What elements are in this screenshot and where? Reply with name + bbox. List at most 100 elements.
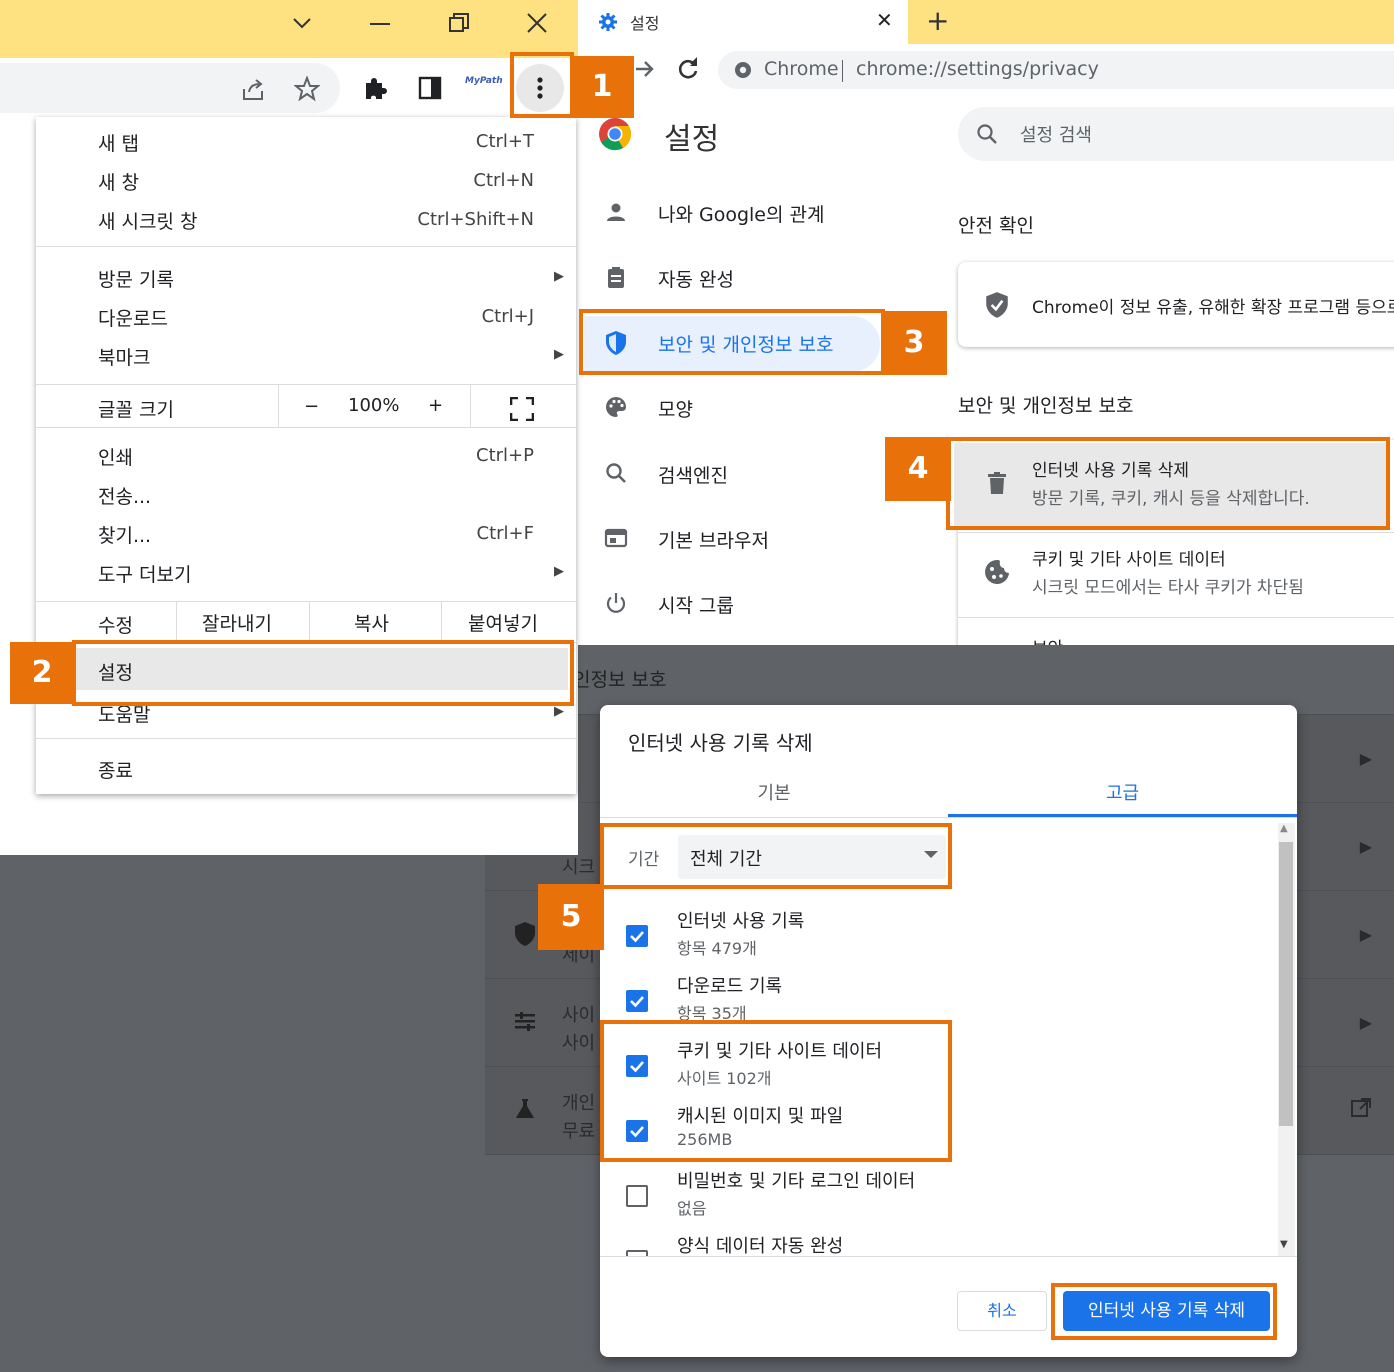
shield-icon <box>513 921 539 947</box>
sidebar-item-you-and-google[interactable]: 나와 Google의 관계 <box>578 186 948 242</box>
menu-label: 글꼴 크기 <box>98 399 174 421</box>
gear-icon <box>598 12 618 32</box>
menu-item-print[interactable]: 인쇄 Ctrl+P <box>36 437 576 475</box>
sidebar-item-label: 모양 <box>658 399 693 421</box>
chevron-right-icon: ▶ <box>1359 749 1372 768</box>
highlight-privacy-nav <box>579 309 885 375</box>
menu-shortcut: Ctrl+T <box>475 131 534 152</box>
menu-label: 새 시크릿 창 <box>98 211 198 233</box>
menu-shortcut: Ctrl+J <box>481 306 534 327</box>
sidebar-item-label: 시작 그룹 <box>658 595 734 617</box>
tune-icon <box>513 1009 539 1035</box>
menu-item-more-tools[interactable]: 도구 더보기 ▶ <box>36 554 576 592</box>
menu-label: 종료 <box>98 760 133 782</box>
sidebar-item-label: 검색엔진 <box>658 465 728 487</box>
scroll-up-icon[interactable]: ▲ <box>1280 823 1288 834</box>
menu-item-downloads[interactable]: 다운로드 Ctrl+J <box>36 298 576 336</box>
shield-check-icon <box>984 291 1010 319</box>
browser-window: MyPath 새 탭 Ctrl+T 새 창 Ctrl+N 새 시크릿 창 Ctr… <box>0 0 578 855</box>
menu-divider <box>441 602 442 642</box>
row-subtitle: 시크릿 모드에서는 타사 쿠키가 차단됨 <box>1032 578 1304 598</box>
menu-item-incognito[interactable]: 새 시크릿 창 Ctrl+Shift+N <box>36 201 576 239</box>
close-icon[interactable]: ✕ <box>876 8 893 32</box>
checkbox[interactable] <box>626 925 648 947</box>
chevron-right-icon: ▶ <box>1359 1013 1372 1032</box>
menu-label: 도구 더보기 <box>98 564 192 586</box>
sidepanel-icon[interactable] <box>418 76 442 100</box>
divider <box>600 1256 1297 1257</box>
dimmed-row-subtitle: 사이 <box>562 1033 596 1054</box>
cookie-icon <box>984 559 1010 585</box>
zoom-in-button[interactable]: + <box>428 395 443 416</box>
menu-divider <box>36 427 576 428</box>
search-icon <box>976 123 998 145</box>
sidebar-item-label: 자동 완성 <box>658 269 734 291</box>
menu-divider <box>176 602 177 642</box>
forward-icon[interactable] <box>634 58 656 80</box>
highlight-time-range <box>600 823 952 889</box>
row-title: 쿠키 및 기타 사이트 데이터 <box>1032 550 1226 570</box>
address-bar[interactable] <box>0 63 340 113</box>
menu-divider <box>36 384 576 385</box>
menu-item-history[interactable]: 방문 기록 ▶ <box>36 259 576 297</box>
menu-item-find[interactable]: 찾기... Ctrl+F <box>36 515 576 553</box>
new-tab-button[interactable]: + <box>926 4 949 37</box>
omnibox-url[interactable]: chrome://settings/privacy <box>856 58 1099 80</box>
share-icon[interactable] <box>240 77 266 103</box>
checkbox[interactable] <box>626 990 648 1012</box>
menu-item-new-window[interactable]: 새 창 Ctrl+N <box>36 162 576 200</box>
extensions-icon[interactable] <box>362 76 388 102</box>
checkbox-row[interactable]: 양식 데이터 자동 완성 <box>600 1232 1280 1256</box>
cancel-button[interactable]: 취소 <box>957 1291 1047 1331</box>
menu-divider <box>36 738 576 739</box>
submenu-arrow-icon: ▶ <box>554 564 564 579</box>
submenu-arrow-icon: ▶ <box>554 269 564 284</box>
reload-icon[interactable] <box>676 57 700 81</box>
checkbox-detail: 없음 <box>677 1199 707 1218</box>
fullscreen-icon[interactable] <box>510 397 534 421</box>
menu-item-zoom: 글꼴 크기 − 100% + <box>36 389 576 427</box>
checkbox[interactable] <box>626 1185 648 1207</box>
scrollbar-thumb[interactable] <box>1279 842 1293 1126</box>
mypath-extension-icon[interactable]: MyPath <box>465 76 503 86</box>
star-icon[interactable] <box>294 76 320 102</box>
sidebar-item-on-startup[interactable]: 시작 그룹 <box>578 577 948 633</box>
tab-settings[interactable]: 설정 ✕ <box>578 0 908 44</box>
sidebar-item-appearance[interactable]: 모양 <box>578 381 948 437</box>
menu-item-cast[interactable]: 전송... <box>36 476 576 514</box>
step-badge-2: 2 <box>10 642 74 704</box>
tab-label: 고급 <box>1105 783 1140 804</box>
clipboard-icon <box>604 265 630 291</box>
menu-divider <box>36 246 576 247</box>
menu-item-new-tab[interactable]: 새 탭 Ctrl+T <box>36 123 576 161</box>
restore-icon[interactable] <box>449 13 469 33</box>
person-icon <box>604 200 630 226</box>
tab-advanced[interactable]: 고급 <box>948 767 1297 817</box>
menu-divider <box>309 602 310 642</box>
tab-search-chevron-icon[interactable] <box>291 12 313 34</box>
sidebar-item-default-browser[interactable]: 기본 브라우저 <box>578 512 948 568</box>
highlight-clear-browsing-data <box>946 437 1390 530</box>
checkbox-row[interactable]: 인터넷 사용 기록 항목 479개 <box>600 907 1280 971</box>
step-badge-3: 3 <box>881 311 947 375</box>
close-icon[interactable] <box>527 13 547 33</box>
dialog-title: 인터넷 사용 기록 삭제 <box>628 731 813 755</box>
chrome-site-icon <box>734 61 752 79</box>
minimize-icon[interactable] <box>370 22 390 26</box>
divider <box>600 817 1297 818</box>
checkbox-label: 다운로드 기록 <box>677 976 783 997</box>
copy-button[interactable]: 복사 <box>354 609 389 636</box>
tab-basic[interactable]: 기본 <box>600 767 948 817</box>
scroll-down-icon[interactable]: ▼ <box>1280 1239 1288 1250</box>
zoom-out-button[interactable]: − <box>304 396 319 417</box>
menu-item-bookmarks[interactable]: 북마크 ▶ <box>36 337 576 375</box>
paste-button[interactable]: 붙여넣기 <box>468 609 538 636</box>
checkbox-row[interactable]: 비밀번호 및 기타 로그인 데이터 없음 <box>600 1167 1280 1231</box>
cut-button[interactable]: 잘라내기 <box>202 609 272 636</box>
submenu-arrow-icon: ▶ <box>554 347 564 362</box>
menu-item-exit[interactable]: 종료 <box>36 750 576 788</box>
search-placeholder: 설정 검색 <box>1020 125 1092 146</box>
power-icon <box>604 591 630 617</box>
sidebar-item-autofill[interactable]: 자동 완성 <box>578 251 948 307</box>
row-title: 보안 <box>1032 634 1063 645</box>
